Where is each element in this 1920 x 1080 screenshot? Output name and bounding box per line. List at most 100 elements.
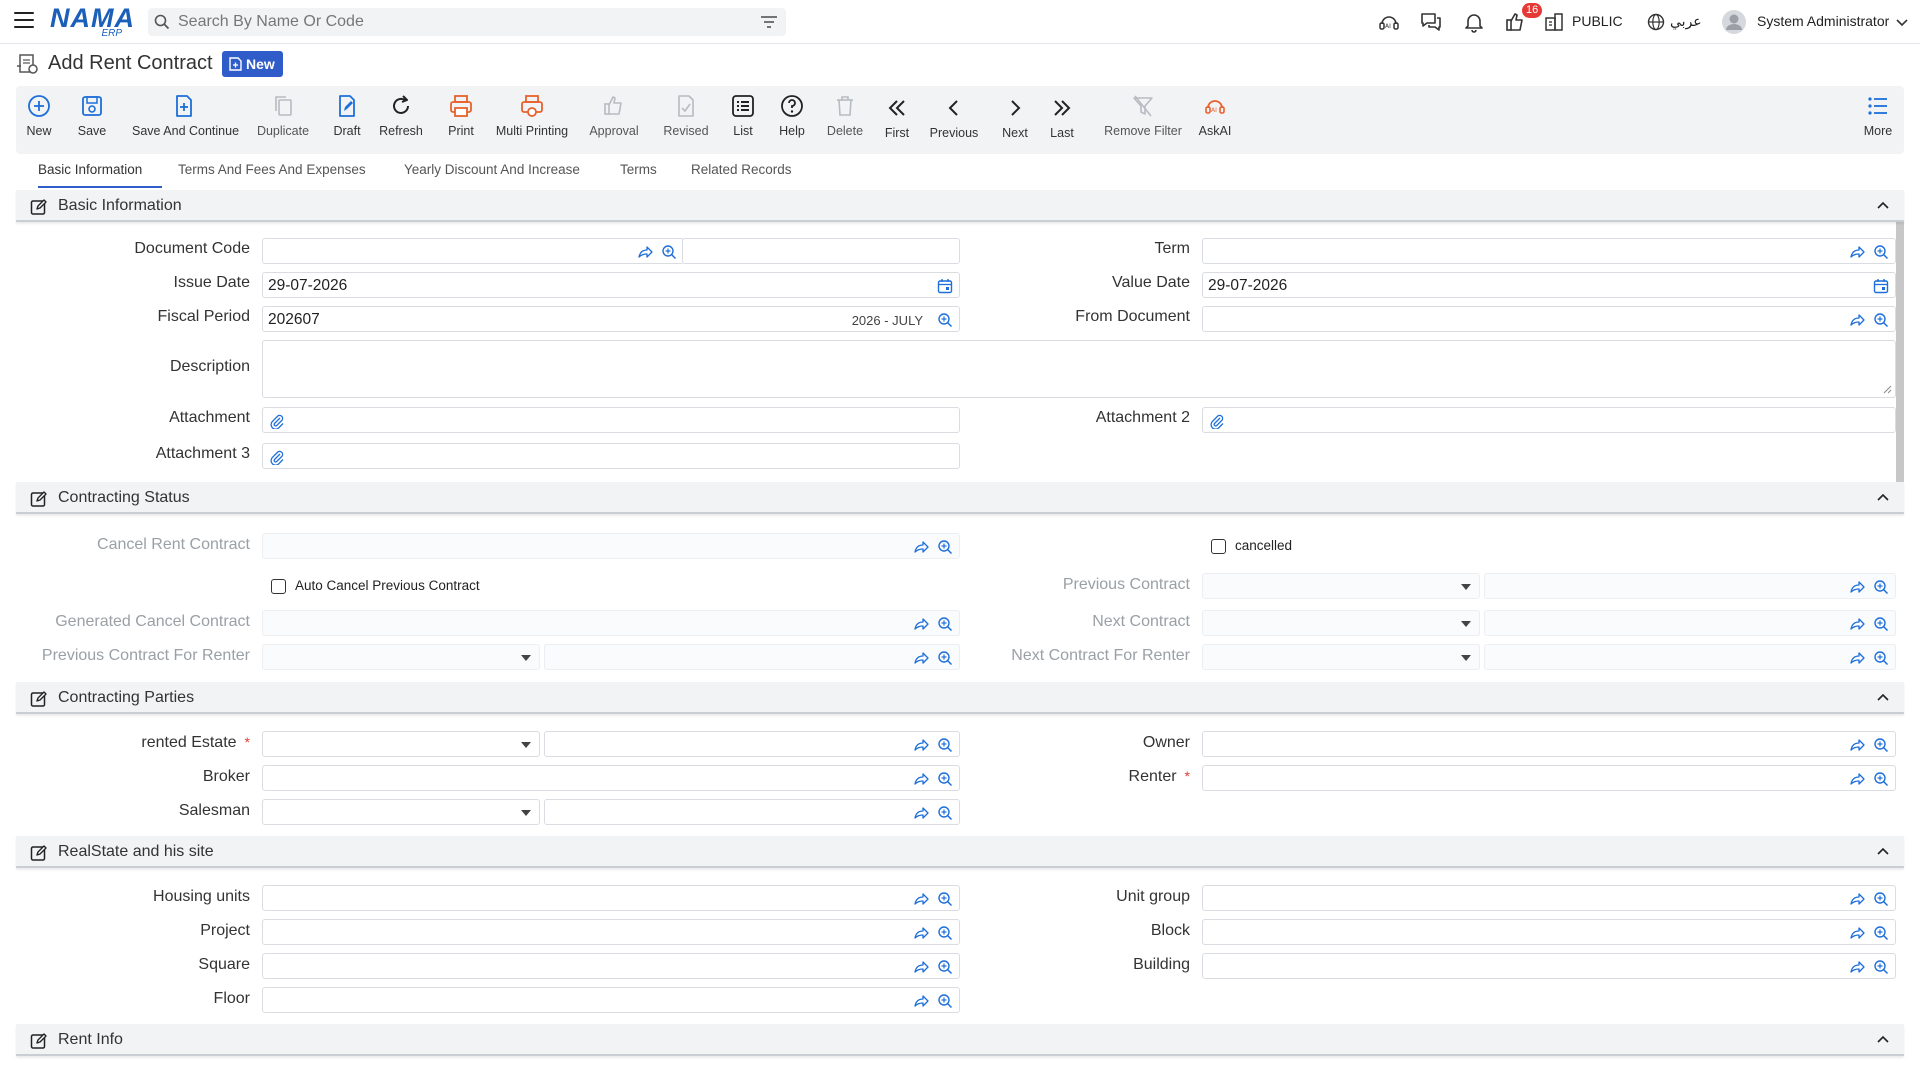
unit-group-input[interactable] — [1202, 885, 1896, 911]
last-button[interactable]: Last — [1046, 96, 1078, 152]
first-button[interactable]: First — [882, 96, 912, 152]
menu-icon[interactable] — [14, 12, 34, 30]
next-contract-select[interactable] — [1202, 610, 1480, 636]
search-icon[interactable] — [937, 650, 953, 666]
search-icon[interactable] — [1873, 959, 1889, 975]
duplicate-button[interactable]: Duplicate — [256, 94, 310, 150]
previous-button[interactable]: Previous — [926, 96, 982, 152]
more-button[interactable]: More — [1862, 94, 1894, 150]
share-icon[interactable] — [913, 993, 929, 1009]
draft-button[interactable]: Draft — [330, 94, 364, 150]
help-button[interactable]: Help — [776, 94, 808, 150]
share-icon[interactable] — [1849, 959, 1865, 975]
calendar-icon[interactable] — [937, 278, 953, 294]
broker-input[interactable] — [262, 765, 960, 791]
chevron-up-icon[interactable] — [1876, 200, 1890, 210]
section-contracting-parties[interactable]: Contracting Parties — [16, 682, 1904, 714]
next-button[interactable]: Next — [998, 96, 1032, 152]
avatar[interactable] — [1722, 10, 1746, 34]
revised-button[interactable]: Revised — [658, 94, 714, 150]
list-button[interactable]: List — [728, 94, 758, 150]
salesman-select[interactable] — [262, 799, 540, 825]
resize-grip-icon[interactable] — [1883, 385, 1892, 394]
notifications-bell-icon[interactable] — [1463, 11, 1485, 33]
remove-filter-button[interactable]: Remove Filter — [1096, 94, 1190, 150]
chevron-up-icon[interactable] — [1876, 1034, 1890, 1044]
scrollbar[interactable] — [1896, 190, 1904, 498]
housing-units-input[interactable] — [262, 885, 960, 911]
from-document-input[interactable] — [1202, 306, 1896, 332]
search-icon[interactable] — [937, 616, 953, 632]
print-button[interactable]: Print — [444, 94, 478, 150]
previous-contract-input[interactable] — [1484, 573, 1896, 599]
share-icon[interactable] — [1849, 244, 1865, 260]
chevron-up-icon[interactable] — [1876, 692, 1890, 702]
attachment-3-input[interactable] — [262, 443, 960, 469]
share-icon[interactable] — [1849, 771, 1865, 787]
search-input[interactable] — [178, 8, 738, 36]
search-icon[interactable] — [937, 805, 953, 821]
new-button[interactable]: New — [24, 94, 54, 150]
share-icon[interactable] — [913, 925, 929, 941]
share-icon[interactable] — [913, 539, 929, 555]
salesman-input[interactable] — [544, 799, 960, 825]
tab-related-records[interactable]: Related Records — [691, 162, 792, 177]
search-icon[interactable] — [1873, 244, 1889, 260]
owner-input[interactable] — [1202, 731, 1896, 757]
previous-contract-for-renter-input[interactable] — [544, 644, 960, 670]
multi-printing-button[interactable]: Multi Printing — [494, 94, 570, 150]
ai-support-icon[interactable]: AI — [1378, 11, 1400, 33]
approval-button[interactable]: Approval — [586, 94, 642, 150]
search-icon[interactable] — [937, 771, 953, 787]
next-contract-for-renter-input[interactable] — [1484, 644, 1896, 670]
description-textarea[interactable] — [262, 340, 1896, 398]
block-input[interactable] — [1202, 919, 1896, 945]
logo[interactable]: NAMA ERP — [50, 4, 134, 39]
share-icon[interactable] — [1849, 616, 1865, 632]
search-icon[interactable] — [937, 312, 953, 328]
attachment-input[interactable] — [262, 407, 960, 433]
paperclip-icon[interactable] — [269, 413, 285, 429]
tab-yearly-discount-increase[interactable]: Yearly Discount And Increase — [404, 162, 580, 177]
section-contracting-status[interactable]: Contracting Status — [16, 482, 1904, 514]
search-icon[interactable] — [1873, 737, 1889, 753]
section-basic-information[interactable]: Basic Information — [16, 190, 1904, 222]
search-icon[interactable] — [1873, 650, 1889, 666]
paperclip-icon[interactable] — [269, 449, 285, 465]
share-icon[interactable] — [913, 650, 929, 666]
auto-cancel-checkbox[interactable] — [271, 579, 286, 594]
next-contract-for-renter-select[interactable] — [1202, 644, 1480, 670]
refresh-button[interactable]: Refresh — [378, 94, 424, 150]
paperclip-icon[interactable] — [1209, 413, 1225, 429]
search-icon[interactable] — [661, 244, 677, 260]
search-icon[interactable] — [937, 539, 953, 555]
share-icon[interactable] — [913, 616, 929, 632]
search-icon[interactable] — [1873, 891, 1889, 907]
search-icon[interactable] — [1873, 771, 1889, 787]
previous-contract-select[interactable] — [1202, 573, 1480, 599]
search-icon[interactable] — [1873, 616, 1889, 632]
user-name[interactable]: System Administrator — [1757, 13, 1889, 29]
search-icon[interactable] — [937, 993, 953, 1009]
rented-estate-select[interactable] — [262, 731, 540, 757]
floor-input[interactable] — [262, 987, 960, 1013]
section-realstate-site[interactable]: RealState and his site — [16, 836, 1904, 868]
save-and-continue-button[interactable]: Save And Continue — [132, 94, 239, 150]
next-contract-input[interactable] — [1484, 610, 1896, 636]
document-code-name-input[interactable] — [682, 238, 960, 264]
share-icon[interactable] — [913, 805, 929, 821]
square-input[interactable] — [262, 953, 960, 979]
share-icon[interactable] — [1849, 737, 1865, 753]
chevron-up-icon[interactable] — [1876, 492, 1890, 502]
share-icon[interactable] — [913, 771, 929, 787]
chevron-up-icon[interactable] — [1876, 846, 1890, 856]
building-icon[interactable] — [1544, 12, 1564, 32]
globe-icon[interactable] — [1647, 13, 1665, 31]
share-icon[interactable] — [1849, 891, 1865, 907]
share-icon[interactable] — [1849, 312, 1865, 328]
search-icon[interactable] — [937, 737, 953, 753]
chevron-down-icon[interactable] — [1896, 18, 1908, 28]
renter-input[interactable] — [1202, 765, 1896, 791]
section-rent-info[interactable]: Rent Info — [16, 1024, 1904, 1056]
search-icon[interactable] — [1873, 579, 1889, 595]
